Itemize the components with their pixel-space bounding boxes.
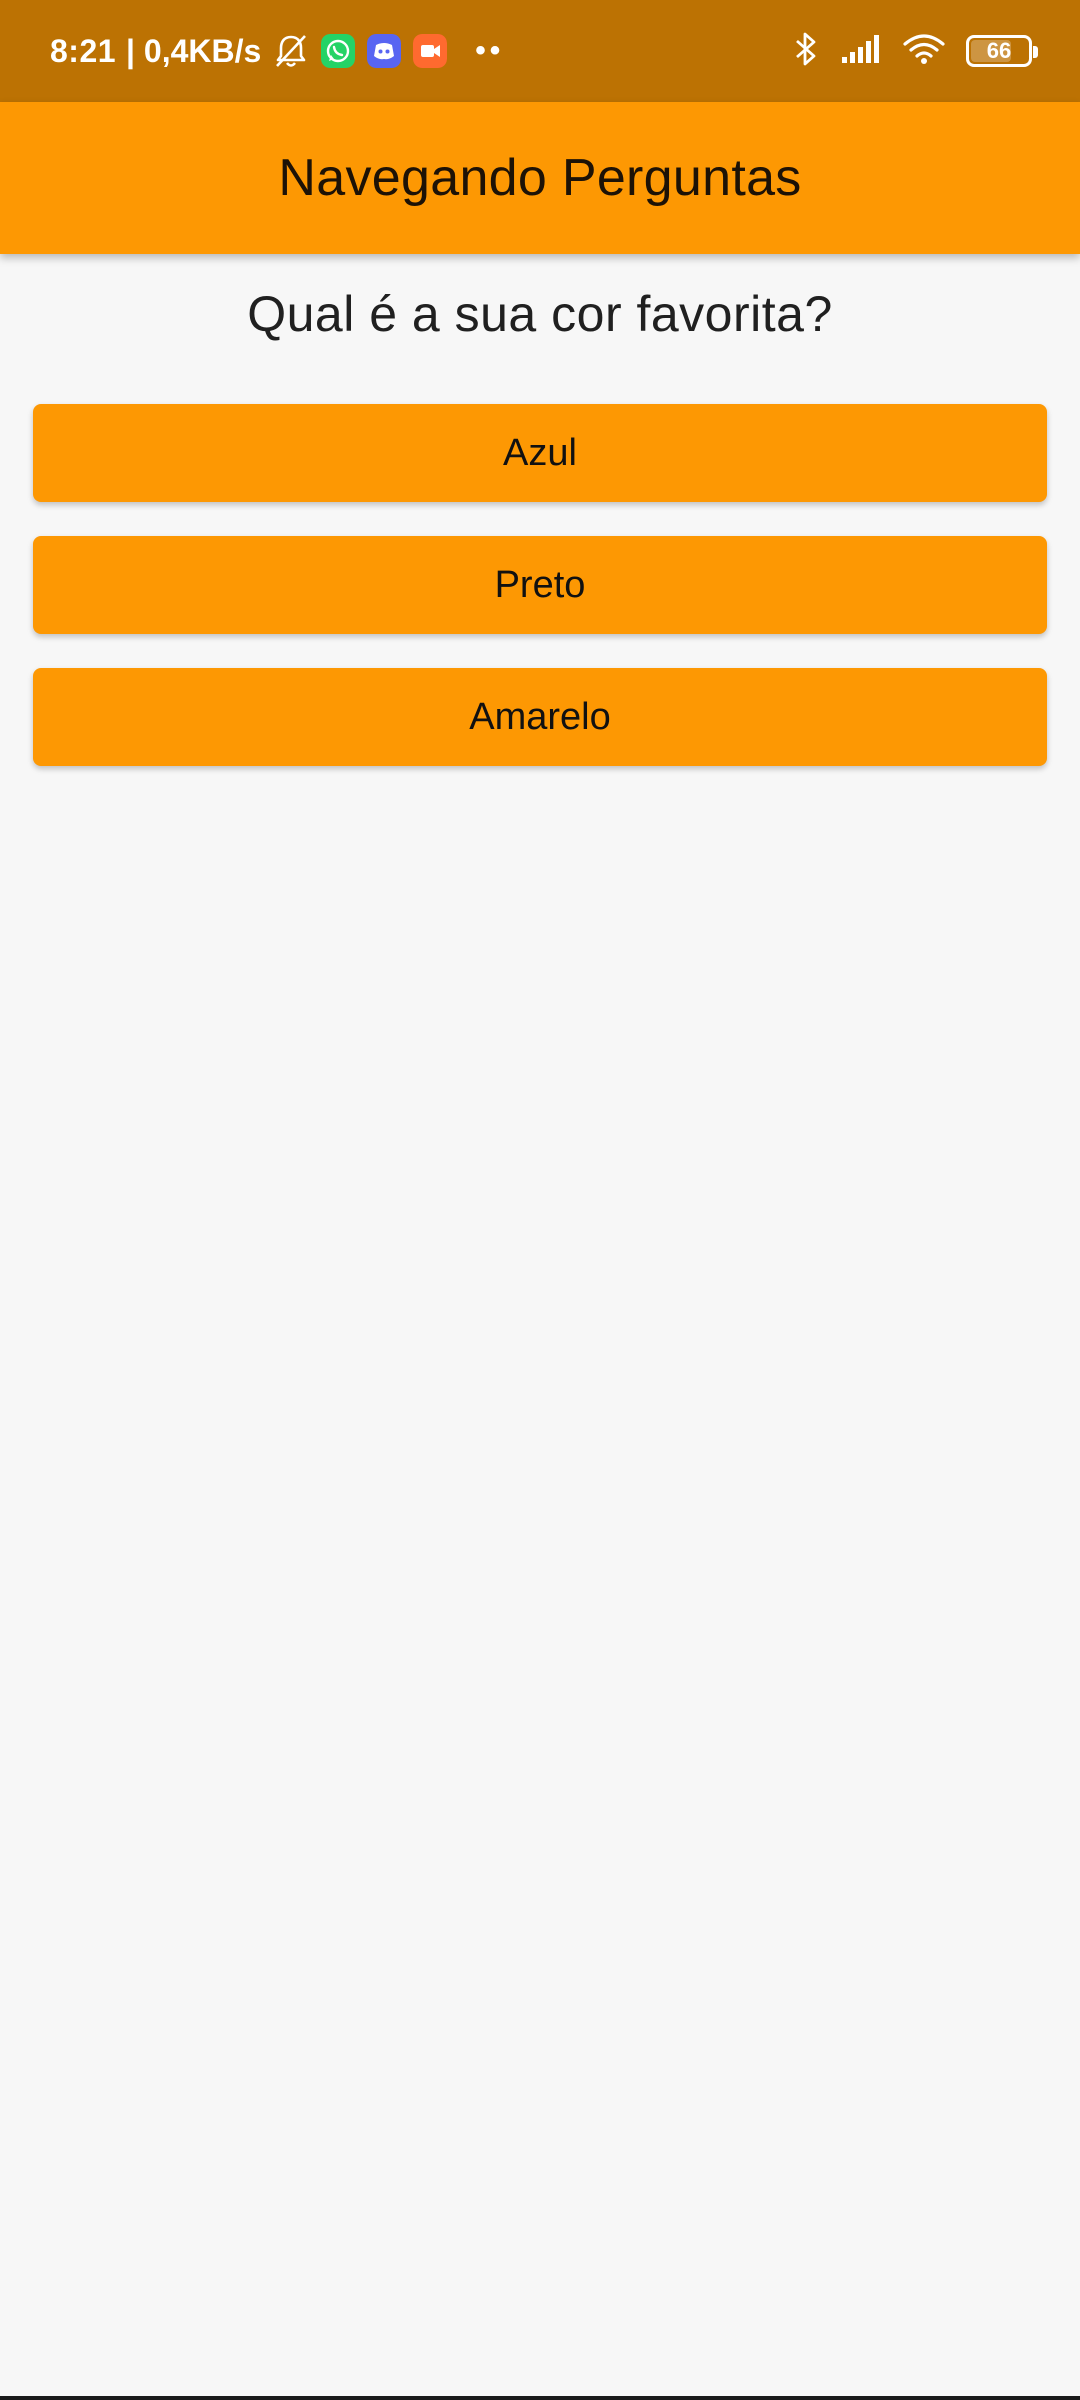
gesture-bar	[0, 2396, 1080, 2400]
bluetooth-icon	[792, 30, 820, 73]
network-speed: | 0,4KB/s	[126, 32, 262, 69]
status-bar-left: 8:21 | 0,4KB/s ••	[50, 32, 504, 70]
page-title: Navegando Perguntas	[278, 149, 802, 207]
battery-level: 66	[986, 38, 1012, 63]
answer-button-azul[interactable]: Azul	[33, 404, 1047, 502]
answer-list: Azul Preto Amarelo	[33, 404, 1047, 800]
battery-icon: 66	[966, 35, 1038, 67]
question-text: Qual é a sua cor favorita?	[247, 286, 833, 342]
status-bar: 8:21 | 0,4KB/s •• 66	[0, 0, 1080, 102]
bell-off-icon	[273, 32, 309, 70]
more-notifications: ••	[475, 34, 505, 67]
answer-button-preto[interactable]: Preto	[33, 536, 1047, 634]
discord-icon	[367, 34, 402, 68]
app-bar: Navegando Perguntas	[0, 102, 1080, 254]
signal-icon	[840, 33, 882, 70]
screen-recorder-icon	[413, 34, 448, 68]
wifi-icon	[902, 32, 946, 71]
answer-button-amarelo[interactable]: Amarelo	[33, 668, 1047, 766]
status-time: 8:21	[50, 32, 117, 69]
status-bar-right: 66	[792, 30, 1038, 73]
whatsapp-icon	[321, 34, 356, 68]
